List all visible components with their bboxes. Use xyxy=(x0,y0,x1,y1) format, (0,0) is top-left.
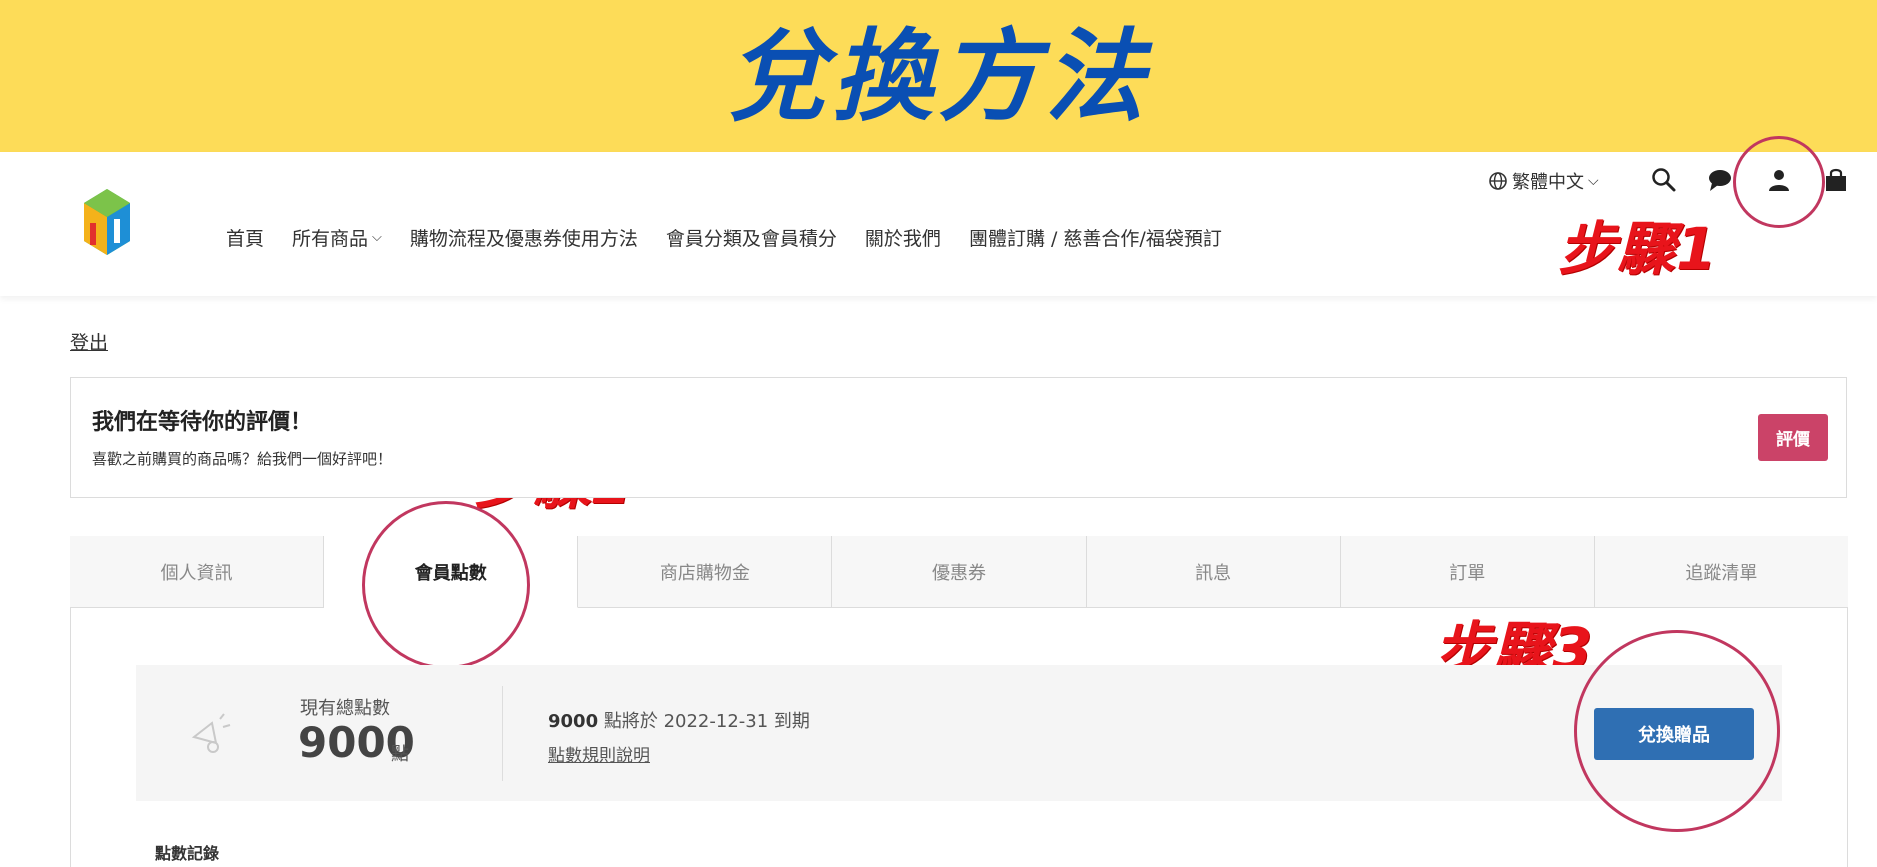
nav-about-label: 關於我們 xyxy=(864,228,941,250)
review-title: 我們在等待你的評價！ xyxy=(92,410,313,435)
nav-about[interactable]: 關於我們 xyxy=(865,224,941,251)
nav-membership[interactable]: 會員分類及會員積分 xyxy=(666,224,837,251)
expiry-amount: 9000 xyxy=(548,711,599,732)
nav-home[interactable]: 首頁 xyxy=(226,224,264,251)
main-nav: 首頁 所有商品 ⌵ 購物流程及優惠券使用方法 會員分類及會員積分 關於我們 團體訂… xyxy=(226,224,1250,251)
nav-home-label: 首頁 xyxy=(226,228,265,250)
account-tabs: 個人資訊 會員點數 商店購物金 優惠券 訊息 訂單 追蹤清單 xyxy=(70,536,1848,608)
review-prompt xyxy=(70,377,1847,498)
tab-orders[interactable]: 訂單 xyxy=(1340,536,1595,608)
search-icon[interactable] xyxy=(1650,166,1678,194)
chat-icon[interactable] xyxy=(1706,166,1734,194)
tab-wishlist[interactable]: 追蹤清單 xyxy=(1594,536,1848,608)
step2-highlight-circle xyxy=(362,501,530,669)
banner-title: 兌換方法 xyxy=(726,18,1151,135)
step1-label: 步驟1 xyxy=(1558,215,1718,283)
review-button[interactable]: 評價 xyxy=(1758,414,1828,461)
points-expiry: 9000 點將於 2022-12-31 到期 xyxy=(548,707,810,733)
nav-shopping-guide[interactable]: 購物流程及優惠券使用方法 xyxy=(410,224,638,251)
divider xyxy=(502,686,503,781)
tab-store-credit[interactable]: 商店購物金 xyxy=(578,536,833,608)
points-history-title: 點數記錄 xyxy=(155,844,220,863)
globe-icon xyxy=(1489,172,1507,190)
megaphone-icon xyxy=(191,713,231,753)
review-subtitle: 喜歡之前購買的商品嗎？給我們一個好評吧！ xyxy=(92,450,393,468)
points-label: 現有總點數 xyxy=(300,698,390,719)
language-label: 繁體中文 xyxy=(1512,172,1584,193)
nav-all-products-label: 所有商品 xyxy=(292,228,369,250)
step1-highlight-circle xyxy=(1733,136,1825,228)
store-logo[interactable] xyxy=(74,183,140,261)
chevron-down-icon: ⌵ xyxy=(372,230,382,245)
nav-all-products[interactable]: 所有商品 ⌵ xyxy=(292,224,382,251)
shopping-bag-icon[interactable] xyxy=(1822,166,1850,194)
points-rules-link[interactable]: 點數規則說明 xyxy=(548,741,650,766)
nav-group-order[interactable]: 團體訂購 / 慈善合作/福袋預訂 xyxy=(969,224,1222,251)
tab-coupons[interactable]: 優惠券 xyxy=(832,536,1087,608)
points-unit: 點 xyxy=(391,744,409,765)
tab-profile[interactable]: 個人資訊 xyxy=(70,536,325,608)
step3-highlight-circle xyxy=(1574,630,1780,832)
logout-link[interactable]: 登出 xyxy=(70,328,108,355)
nav-membership-label: 會員分類及會員積分 xyxy=(665,228,837,250)
chevron-down-icon: ⌵ xyxy=(1588,173,1599,189)
nav-shopping-guide-label: 購物流程及優惠券使用方法 xyxy=(409,228,638,250)
expiry-text: 點將於 2022-12-31 到期 xyxy=(603,711,810,732)
nav-group-order-label: 團體訂購 / 慈善合作/福袋預訂 xyxy=(968,228,1222,250)
language-selector[interactable]: 繁體中文 ⌵ xyxy=(1488,168,1599,194)
tab-messages[interactable]: 訊息 xyxy=(1086,536,1341,608)
